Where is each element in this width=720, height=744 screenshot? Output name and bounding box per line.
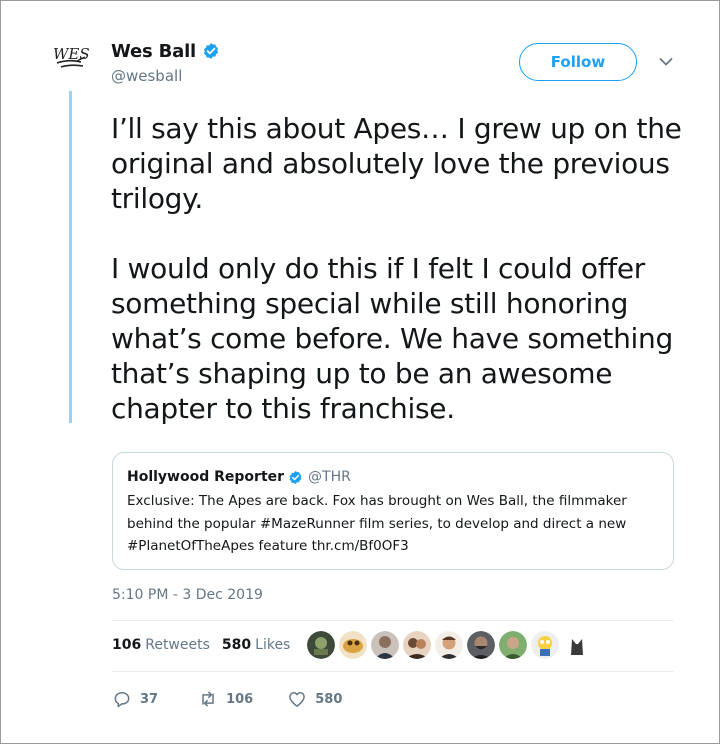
verified-badge-icon <box>289 470 302 484</box>
avatar[interactable] <box>563 631 591 659</box>
author-handle[interactable]: @wesball <box>111 67 220 85</box>
likes-count: 580 <box>221 637 252 653</box>
divider <box>112 620 674 621</box>
tweet-paragraph: I’ll say this about Apes… I grew up on t… <box>111 112 682 215</box>
tweet-text: I’ll say this about Apes… I grew up on t… <box>111 111 691 426</box>
follow-button[interactable]: Follow <box>519 43 637 81</box>
likes-stat[interactable]: 580 Likes <box>222 637 290 653</box>
tweet-actions: 37 106 580 <box>112 689 342 709</box>
like-count: 580 <box>315 691 343 707</box>
reply-count: 37 <box>140 691 159 707</box>
reply-icon <box>114 692 130 708</box>
thread-line <box>69 91 72 423</box>
avatar[interactable] <box>435 631 463 659</box>
retweets-count: 106 <box>112 637 142 653</box>
quoted-author-handle: @THR <box>308 469 351 485</box>
avatar[interactable] <box>371 631 399 659</box>
heart-icon <box>289 692 306 707</box>
quoted-tweet-text: Exclusive: The Apes are back. Fox has br… <box>127 493 627 554</box>
liker-avatars <box>307 631 595 659</box>
likes-label: Likes <box>255 637 291 653</box>
like-button[interactable]: 580 <box>287 689 342 709</box>
divider <box>112 671 674 672</box>
avatar[interactable] <box>499 631 527 659</box>
author-display-name[interactable]: Wes Ball <box>111 41 196 62</box>
avatar[interactable] <box>403 631 431 659</box>
tweet-timestamp[interactable]: 5:10 PM - 3 Dec 2019 <box>112 587 263 603</box>
engagement-stats: 106 Retweets 580 Likes <box>112 637 290 653</box>
avatar[interactable] <box>531 631 559 659</box>
author-logo-avatar[interactable]: WES <box>51 43 93 73</box>
chevron-down-icon[interactable] <box>659 57 673 67</box>
avatar[interactable] <box>339 631 367 659</box>
avatar[interactable] <box>307 631 335 659</box>
reply-button[interactable]: 37 <box>112 689 158 709</box>
quoted-author-name: Hollywood Reporter <box>127 469 285 485</box>
retweet-button[interactable]: 106 <box>198 689 253 709</box>
verified-badge-icon <box>203 43 219 59</box>
quoted-tweet[interactable]: Hollywood Reporter @THR Exclusive: The A… <box>112 452 674 570</box>
retweets-stat[interactable]: 106 Retweets <box>112 637 210 653</box>
avatar[interactable] <box>467 631 495 659</box>
tweet-paragraph: I would only do this if I felt I could o… <box>111 252 673 425</box>
tweet-card: WES Wes Ball @wesball Follow I’ll say th… <box>0 0 720 744</box>
retweet-icon <box>202 691 214 707</box>
retweet-count: 106 <box>226 691 254 707</box>
author-block: Wes Ball @wesball <box>111 39 220 85</box>
retweets-label: Retweets <box>145 637 210 653</box>
